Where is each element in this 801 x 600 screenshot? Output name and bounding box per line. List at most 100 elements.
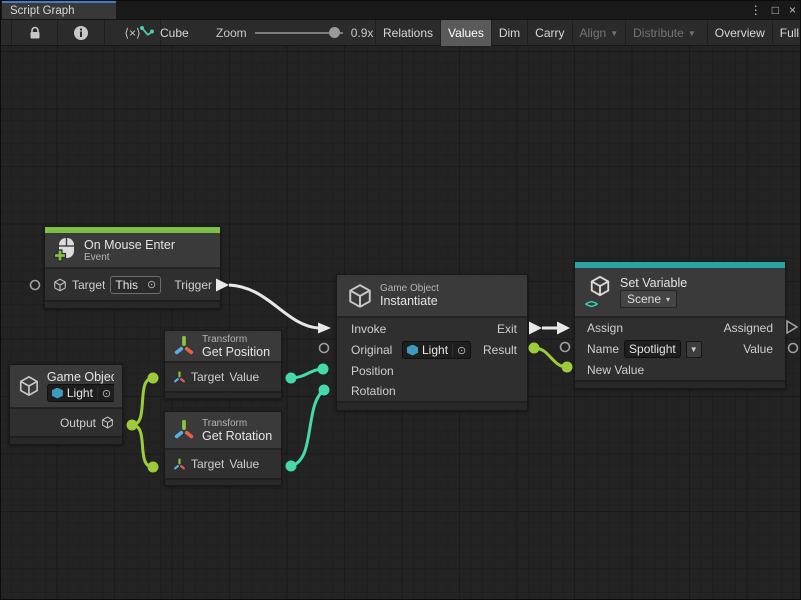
invoke-port-arrow[interactable] bbox=[318, 323, 331, 334]
object-picker-icon[interactable]: ⊙ bbox=[97, 387, 111, 400]
original-port-label: Original bbox=[351, 343, 397, 357]
chevron-down-icon: ▼ bbox=[690, 345, 698, 354]
position-port-label: Position bbox=[351, 364, 421, 378]
target-port-label: Target bbox=[72, 278, 105, 292]
output-port[interactable] bbox=[127, 420, 138, 431]
assigned-port-label: Assigned bbox=[715, 321, 773, 335]
chevron-down-icon: ▼ bbox=[688, 29, 696, 38]
overview-button[interactable]: Overview bbox=[707, 20, 772, 46]
node-footer bbox=[10, 436, 122, 444]
node-footer bbox=[165, 391, 281, 398]
maximize-icon[interactable]: □ bbox=[772, 1, 779, 19]
lock-button[interactable] bbox=[11, 20, 58, 45]
wire-trigger-invoke[interactable] bbox=[229, 285, 318, 328]
transform-icon bbox=[173, 419, 195, 441]
getposition-target-port[interactable] bbox=[148, 373, 159, 384]
wire-output-getrotation[interactable] bbox=[132, 425, 153, 467]
node-title: Game Object bbox=[47, 370, 114, 384]
node-get-rotation[interactable]: Transform Get Rotation Target Value bbox=[164, 411, 282, 486]
node-title: Instantiate bbox=[380, 294, 439, 308]
game-object-icon bbox=[347, 283, 373, 309]
menu-icon[interactable]: ⋮ bbox=[750, 1, 762, 19]
node-footer bbox=[575, 380, 785, 388]
mouseenter-input-port[interactable] bbox=[31, 281, 40, 290]
value-port-label: Value bbox=[743, 342, 773, 356]
align-dropdown[interactable]: Align▼ bbox=[572, 20, 626, 46]
relations-button[interactable]: Relations bbox=[375, 20, 440, 46]
node-subtitle: Event bbox=[84, 252, 175, 263]
position-port[interactable] bbox=[318, 364, 329, 375]
newvalue-port[interactable] bbox=[562, 362, 573, 373]
zoom-control: Zoom 0.9x bbox=[216, 20, 373, 45]
node-category: Game Object bbox=[380, 283, 439, 294]
exit-port-label: Exit bbox=[497, 322, 517, 336]
node-set-variable[interactable]: <> Set Variable Scene ▾ Assign Assigned … bbox=[574, 261, 786, 389]
values-button[interactable]: Values bbox=[440, 20, 491, 46]
graph-canvas[interactable]: On Mouse Enter Event Target This ⊙ Trigg… bbox=[1, 46, 801, 600]
node-footer bbox=[337, 401, 527, 410]
unity-object-icon bbox=[52, 388, 63, 399]
original-port[interactable] bbox=[320, 344, 329, 353]
game-object-value-field[interactable]: Light ⊙ bbox=[47, 384, 114, 402]
wire-result-newvalue[interactable] bbox=[534, 348, 567, 367]
node-footer bbox=[45, 300, 220, 308]
game-object-icon bbox=[101, 416, 114, 429]
name-port[interactable] bbox=[561, 343, 570, 352]
exit-port[interactable] bbox=[529, 322, 542, 335]
node-title: Get Rotation bbox=[202, 429, 272, 443]
dim-button[interactable]: Dim bbox=[491, 20, 527, 46]
chevron-down-icon: ▼ bbox=[610, 29, 618, 38]
carry-button[interactable]: Carry bbox=[527, 20, 571, 46]
close-icon[interactable]: × bbox=[789, 1, 796, 19]
zoom-slider-handle[interactable] bbox=[329, 27, 340, 38]
target-value-field[interactable]: This ⊙ bbox=[110, 276, 161, 294]
info-button[interactable] bbox=[58, 20, 105, 45]
node-game-object[interactable]: Game Object Light ⊙ Output bbox=[9, 364, 123, 445]
node-get-position[interactable]: Transform Get Position Target Value bbox=[164, 330, 282, 399]
object-picker-icon[interactable]: ⊙ bbox=[452, 344, 466, 357]
node-title: On Mouse Enter bbox=[84, 238, 175, 252]
full-screen-button[interactable]: Full Screen bbox=[772, 20, 801, 46]
original-value-field[interactable]: Light ⊙ bbox=[402, 341, 471, 359]
transform-icon bbox=[173, 371, 186, 384]
transform-icon bbox=[173, 458, 186, 471]
info-icon bbox=[73, 25, 89, 41]
zoom-value: 0.9x bbox=[351, 26, 374, 40]
variable-name-dropdown[interactable]: ▼ bbox=[686, 341, 702, 358]
rotation-port[interactable] bbox=[319, 385, 330, 396]
variable-scope-dropdown[interactable]: Scene ▾ bbox=[620, 290, 677, 308]
mouse-event-icon bbox=[53, 237, 77, 263]
getposition-value-port[interactable] bbox=[286, 373, 297, 384]
assigned-port[interactable] bbox=[787, 321, 797, 333]
wire-getrotation-rotation[interactable] bbox=[291, 390, 324, 466]
zoom-label: Zoom bbox=[216, 26, 247, 40]
wire-getposition-position[interactable] bbox=[291, 369, 323, 378]
tab-script-graph[interactable]: Script Graph bbox=[2, 1, 116, 19]
node-category: Transform bbox=[202, 418, 272, 429]
name-port-label: Name bbox=[587, 342, 619, 356]
getrotation-value-port[interactable] bbox=[286, 461, 297, 472]
lock-icon bbox=[27, 25, 43, 41]
node-on-mouse-enter[interactable]: On Mouse Enter Event Target This ⊙ Trigg… bbox=[44, 226, 221, 309]
wire-output-getposition[interactable] bbox=[132, 378, 153, 425]
value-port[interactable] bbox=[789, 344, 798, 353]
graph-name: Cube bbox=[160, 26, 189, 40]
graph-toolbar: ⟨×⟩ Cube Zoom 0.9x Relations Values Dim … bbox=[1, 19, 800, 46]
graph-breadcrumb[interactable]: Cube bbox=[139, 20, 189, 45]
invoke-port-label: Invoke bbox=[351, 322, 421, 336]
distribute-dropdown[interactable]: Distribute▼ bbox=[625, 20, 703, 46]
getrotation-target-port[interactable] bbox=[148, 462, 159, 473]
code-brackets-icon: <> bbox=[585, 297, 597, 311]
node-title: Set Variable bbox=[620, 276, 687, 290]
node-title: Get Position bbox=[202, 345, 270, 359]
result-port[interactable] bbox=[529, 343, 540, 354]
zoom-slider[interactable] bbox=[255, 20, 343, 45]
assign-port-arrow[interactable] bbox=[557, 322, 570, 335]
node-category: Transform bbox=[202, 334, 270, 345]
variable-name-field[interactable]: Spotlight bbox=[624, 340, 681, 358]
transform-icon bbox=[173, 335, 195, 357]
object-picker-icon[interactable]: ⊙ bbox=[142, 278, 156, 291]
target-port-label: Target bbox=[191, 370, 224, 384]
node-instantiate[interactable]: Game Object Instantiate Invoke Exit Orig… bbox=[336, 274, 528, 411]
game-object-icon bbox=[53, 278, 67, 292]
